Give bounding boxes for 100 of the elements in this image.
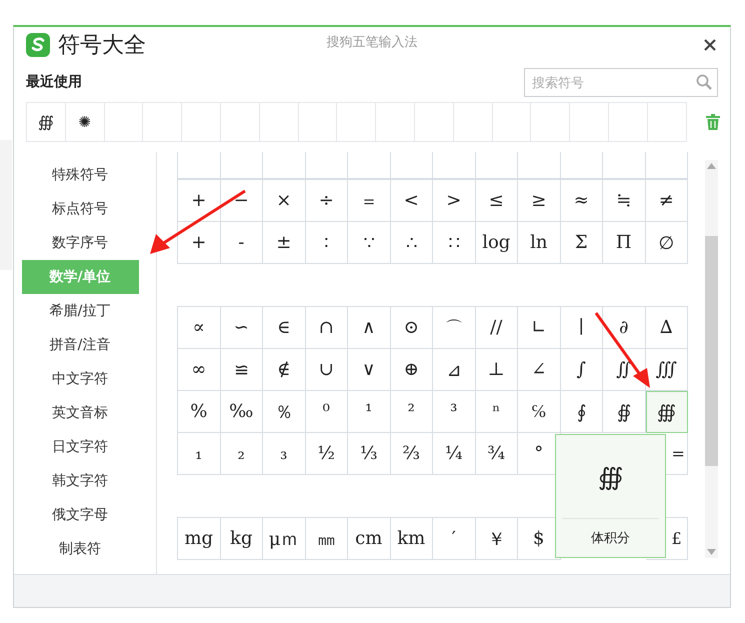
symbol-cell[interactable]: ⅔ (390, 433, 433, 475)
symbol-cell[interactable]: £ (672, 529, 682, 548)
symbol-cell[interactable]: ‰ (220, 391, 263, 433)
recent-label: 最近使用 (26, 73, 82, 91)
preview-symbol-name: 体积分 (590, 530, 631, 548)
symbol-cell[interactable]: ∉ (263, 349, 306, 391)
symbol-cell[interactable]: ² (390, 391, 433, 433)
trash-icon[interactable] (706, 114, 720, 130)
symbol-cell[interactable]: ∝ (178, 307, 220, 349)
category-tab[interactable]: 英文音标 (22, 396, 138, 430)
symbol-cell[interactable]: ⅓ (348, 433, 390, 475)
search-field[interactable]: 搜索符号 (524, 68, 718, 96)
category-tab[interactable]: 拼音/注音 (22, 328, 138, 362)
symbol-cell[interactable]: ln (518, 222, 560, 264)
symbol-cell[interactable]: ∶ (306, 222, 348, 264)
symbol-cell[interactable]: ⌒ (433, 307, 476, 349)
symbol-cell[interactable]: mg (178, 518, 220, 560)
symbol-cell[interactable]: ∠ (518, 349, 560, 391)
category-tab[interactable]: 特殊符号 (22, 158, 138, 192)
symbol-cell[interactable]: × (263, 180, 306, 222)
symbol-cell[interactable]: ＝ (348, 180, 390, 222)
window-title: 符号大全 (58, 32, 146, 60)
symbol-cell[interactable]: ¾ (476, 433, 518, 475)
symbol-cell[interactable]: ≠ (646, 180, 688, 222)
symbol-cell[interactable]: ∯ (603, 391, 646, 433)
category-tab[interactable]: 日文字符 (22, 430, 138, 464)
symbol-cell[interactable]: km (390, 518, 433, 560)
symbol-cell[interactable]: ≈ (560, 180, 603, 222)
window-subtitle: 搜狗五笔输入法 (326, 34, 418, 51)
symbol-cell[interactable]: ⊥ (476, 349, 518, 391)
symbol-cell[interactable]: ⊿ (433, 349, 476, 391)
scrollbar-thumb[interactable] (705, 236, 718, 466)
symbol-cell[interactable]: ⁰ (306, 391, 348, 433)
symbol-cell[interactable]: ∮ (560, 391, 603, 433)
symbol-cell[interactable]: ⁿ (476, 391, 518, 433)
symbol-cell[interactable]: ∈ (263, 307, 306, 349)
symbol-cell[interactable]: ⊙ (390, 307, 433, 349)
symbol-cell[interactable]: ¼ (433, 433, 476, 475)
symbol-cell[interactable]: ₁ (178, 433, 220, 475)
symbol-cell[interactable]: - (220, 222, 263, 264)
category-tab[interactable]: 韩文字符 (22, 464, 138, 498)
symbol-cell[interactable]: ㎜ (306, 518, 348, 560)
search-icon (696, 74, 712, 90)
symbol-cell[interactable]: cm (348, 518, 390, 560)
symbol-cell[interactable]: ′ (433, 518, 476, 560)
symbol-cell[interactable]: − (220, 180, 263, 222)
close-button[interactable] (702, 37, 718, 53)
category-tab[interactable]: 俄文字母 (22, 498, 138, 532)
symbol-cell[interactable]: ∭ (646, 349, 688, 391)
scroll-up-icon[interactable] (707, 163, 716, 169)
symbol-cell[interactable]: log (476, 222, 518, 264)
symbol-cell[interactable]: ₂ (220, 433, 263, 475)
category-tab[interactable]: 标点符号 (22, 192, 138, 226)
symbol-cell[interactable]: ￥ (476, 518, 518, 560)
symbol-cell[interactable]: ℅ (518, 391, 560, 433)
scrollbar[interactable] (705, 160, 718, 558)
symbol-cell[interactable]: // (476, 307, 518, 349)
symbol-cell[interactable]: > (433, 180, 476, 222)
symbol-cell[interactable]: ⊕ (390, 349, 433, 391)
symbol-cell[interactable]: ∞ (178, 349, 220, 391)
category-tab[interactable]: 制表符 (22, 532, 138, 566)
category-tab[interactable]: 中文字符 (22, 362, 138, 396)
symbol-cell[interactable]: Σ (560, 222, 603, 264)
category-tab[interactable]: 希腊/拉丁 (22, 294, 138, 328)
symbol-cell[interactable]: ∩ (306, 307, 348, 349)
symbol-cell[interactable]: ∅ (646, 222, 688, 264)
symbol-cell[interactable]: ％ (263, 391, 306, 433)
symbol-cell[interactable]: ∽ (220, 307, 263, 349)
symbol-cell[interactable]: + (178, 222, 220, 264)
symbol-cell[interactable]: kg (220, 518, 263, 560)
symbol-cell[interactable]: < (390, 180, 433, 222)
symbol-cell[interactable]: ∧ (348, 307, 390, 349)
category-tab[interactable]: 数字序号 (22, 226, 138, 260)
symbol-cell[interactable]: ≌ (220, 349, 263, 391)
symbol-cell[interactable]: = (672, 444, 685, 463)
symbol-cell[interactable]: + (178, 180, 220, 222)
symbol-cell[interactable]: ≒ (603, 180, 646, 222)
symbol-cell[interactable]: ∴ (390, 222, 433, 264)
symbol-cell[interactable]: ₃ (263, 433, 306, 475)
symbol-cell[interactable]: ∰ (646, 391, 688, 433)
symbol-cell[interactable]: % (178, 391, 220, 433)
symbol-cell[interactable]: ∣ (560, 307, 603, 349)
symbol-cell[interactable]: ∟ (518, 307, 560, 349)
symbol-cell[interactable]: ± (263, 222, 306, 264)
symbol-cell[interactable]: ∂ (603, 307, 646, 349)
symbol-cell[interactable]: Π (603, 222, 646, 264)
symbol-cell[interactable]: ÷ (306, 180, 348, 222)
symbol-cell[interactable]: ∨ (348, 349, 390, 391)
symbol-cell[interactable]: ³ (433, 391, 476, 433)
symbol-cell[interactable]: μｍ (263, 518, 306, 560)
symbol-cell[interactable]: ≤ (476, 180, 518, 222)
symbol-cell[interactable]: ∆ (646, 307, 688, 349)
symbol-cell[interactable]: ½ (306, 433, 348, 475)
symbol-cell[interactable]: ¹ (348, 391, 390, 433)
symbol-cell[interactable]: ∷ (433, 222, 476, 264)
symbol-cell[interactable]: ∪ (306, 349, 348, 391)
symbol-cell[interactable]: ∫ (560, 349, 603, 391)
scroll-down-icon[interactable] (707, 549, 716, 555)
symbol-cell[interactable]: ∵ (348, 222, 390, 264)
symbol-cell[interactable]: ≥ (518, 180, 560, 222)
